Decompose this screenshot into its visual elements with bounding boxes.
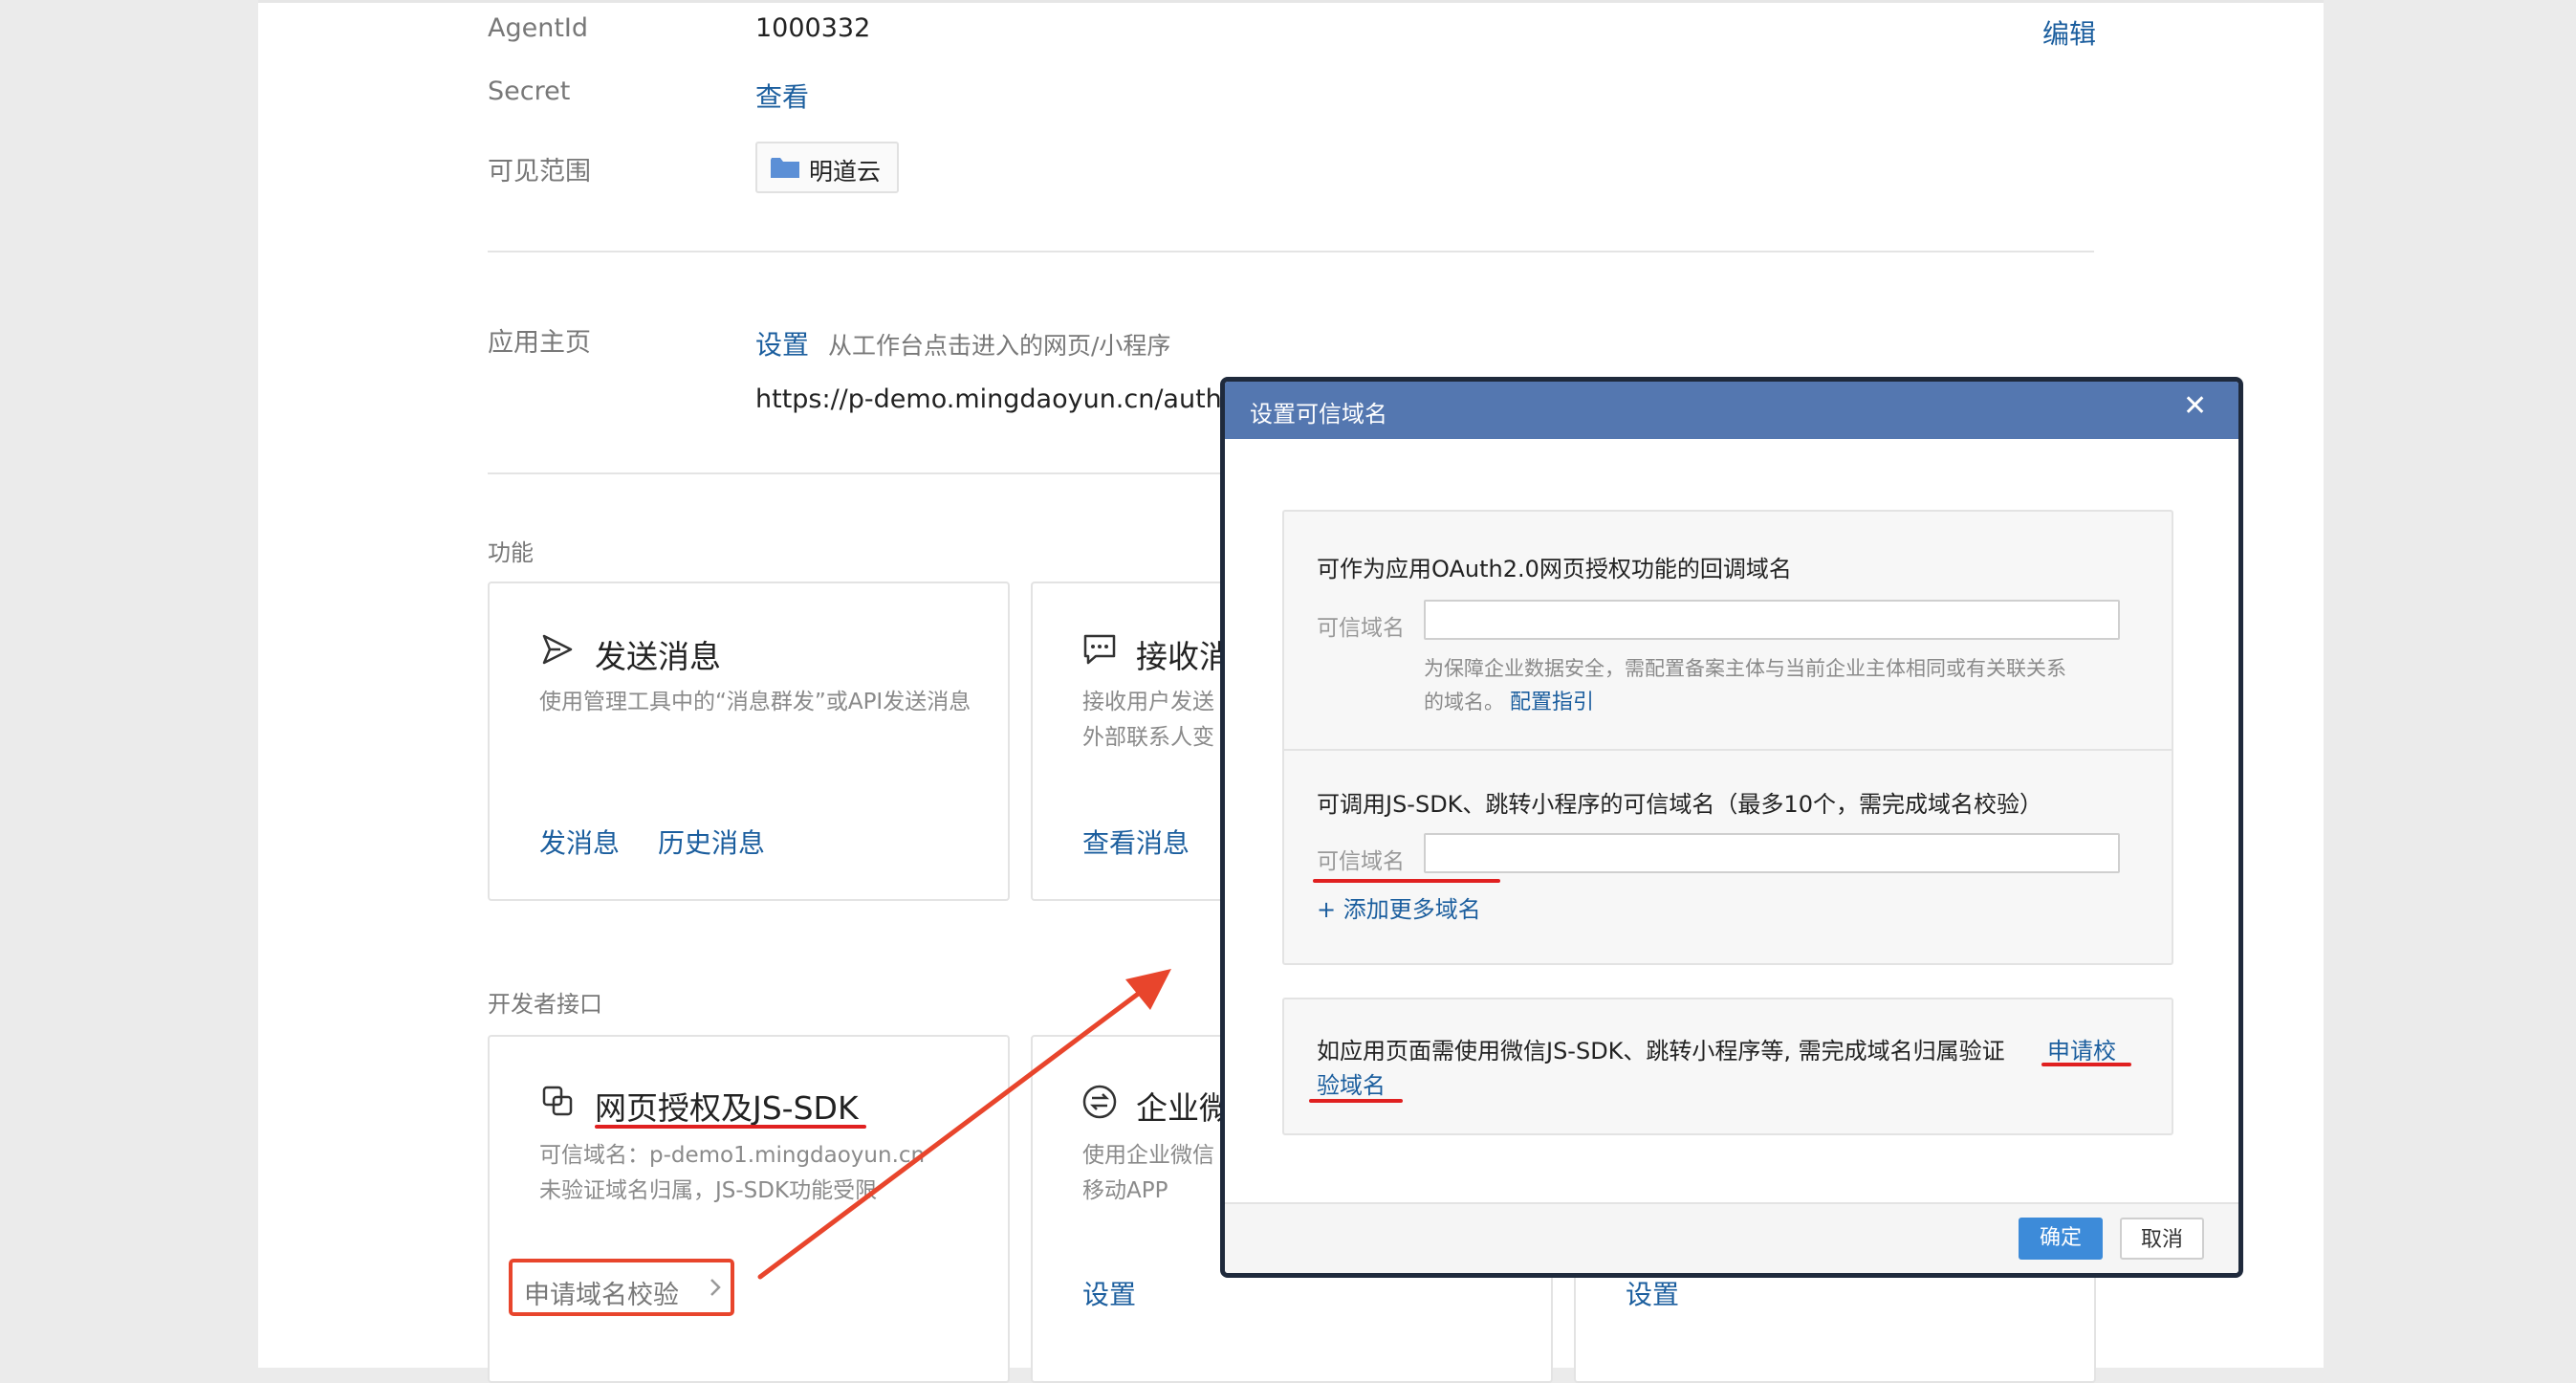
oauth-domain-panel-title: 可作为应用OAuth2.0网页授权功能的回调域名 (1317, 556, 1792, 582)
homepage-label: 应用主页 (488, 328, 591, 358)
send-message-link[interactable]: 发消息 (539, 823, 620, 861)
receive-message-title: 接收消 (1136, 638, 1231, 675)
domain-security-hint-line2: 的域名。 (1424, 691, 1504, 713)
secret-view-link[interactable]: 查看 (755, 77, 809, 115)
cancel-button[interactable]: 取消 (2120, 1218, 2204, 1260)
developer-section-label: 开发者接口 (488, 991, 602, 1018)
config-guide-link[interactable]: 配置指引 (1510, 685, 1594, 715)
top-divider (258, 0, 2324, 3)
trusted-domain-dialog: 设置可信域名 ✕ 可作为应用OAuth2.0网页授权功能的回调域名 可信域名 为… (1220, 377, 2243, 1278)
annotation-underline (2041, 1063, 2131, 1066)
send-message-card: 发送消息 使用管理工具中的“消息群发”或API发送消息 发消息 历史消息 (488, 582, 1010, 901)
send-icon (541, 633, 574, 666)
chat-icon (1082, 633, 1117, 666)
link-copy-icon (541, 1085, 574, 1117)
apply-domain-verify-button[interactable]: 申请域名校验 (509, 1259, 734, 1316)
domain-verify-text: 如应用页面需使用微信JS-SDK、跳转小程序等, 需完成域名归属验证 (1317, 1038, 2005, 1065)
history-message-link[interactable]: 历史消息 (658, 823, 765, 861)
apply-verify-domain-link-line2[interactable]: 验域名 (1317, 1066, 1386, 1100)
dialog-header: 设置可信域名 ✕ (1225, 382, 2238, 439)
add-more-domains-link[interactable]: + 添加更多域名 (1317, 890, 1481, 924)
annotation-underline (1309, 1099, 1403, 1103)
trusted-domain-label: 可信域名 (1317, 849, 1405, 874)
edit-link[interactable]: 编辑 (2042, 13, 2096, 52)
view-messages-link[interactable]: 查看消息 (1082, 823, 1190, 861)
domain-verify-panel: 如应用页面需使用微信JS-SDK、跳转小程序等, 需完成域名归属验证 申请校 验… (1282, 998, 2173, 1135)
annotation-arrow (757, 969, 1171, 1280)
visible-range-tag[interactable]: 明道云 (755, 142, 899, 193)
agentid-value: 1000332 (755, 13, 871, 43)
dialog-footer: 确定 取消 (1225, 1202, 2238, 1273)
oauth-domain-input[interactable] (1424, 600, 2120, 640)
homepage-hint: 从工作台点击进入的网页/小程序 (828, 332, 1171, 360)
visible-range-tag-label: 明道云 (809, 158, 882, 186)
secret-label: Secret (488, 77, 571, 106)
jssdk-domain-panel-title: 可调用JS-SDK、跳转小程序的可信域名（最多10个，需完成域名校验） (1317, 791, 2042, 818)
features-section-label: 功能 (488, 539, 534, 566)
receive-message-desc-line1: 接收用户发送 (1082, 690, 1214, 714)
receive-message-desc-line2: 外部联系人变 (1082, 725, 1214, 750)
trusted-domain-label: 可信域名 (1317, 616, 1405, 641)
ok-button[interactable]: 确定 (2019, 1218, 2103, 1260)
domain-security-hint: 为保障企业数据安全，需配置备案主体与当前企业主体相同或有关联关系 (1424, 657, 2066, 680)
homepage-url: https://p-demo.mingdaoyun.cn/auth/w (755, 384, 1252, 414)
send-message-desc: 使用管理工具中的“消息群发”或API发送消息 (539, 690, 971, 714)
oauth-domain-panel: 可作为应用OAuth2.0网页授权功能的回调域名 可信域名 为保障企业数据安全，… (1282, 510, 2173, 751)
close-icon[interactable]: ✕ (2183, 389, 2207, 423)
folder-icon (771, 157, 799, 178)
agentid-label: AgentId (488, 13, 589, 43)
apply-verify-domain-link[interactable]: 申请校 (2047, 1032, 2116, 1065)
visible-range-label: 可见范围 (488, 157, 591, 187)
chevron-right-icon (708, 1276, 723, 1299)
annotation-underline (1313, 879, 1500, 883)
dialog-title: 设置可信域名 (1250, 401, 1387, 428)
apply-domain-verify-label: 申请域名校验 (524, 1281, 679, 1310)
homepage-set-link[interactable]: 设置 (755, 324, 809, 362)
third-set-link[interactable]: 设置 (1626, 1274, 1679, 1312)
jssdk-domain-panel: 可调用JS-SDK、跳转小程序的可信域名（最多10个，需完成域名校验） 可信域名… (1282, 749, 2173, 965)
divider (488, 251, 2094, 252)
send-message-title: 发送消息 (595, 638, 721, 675)
jssdk-domain-input[interactable] (1424, 833, 2120, 873)
